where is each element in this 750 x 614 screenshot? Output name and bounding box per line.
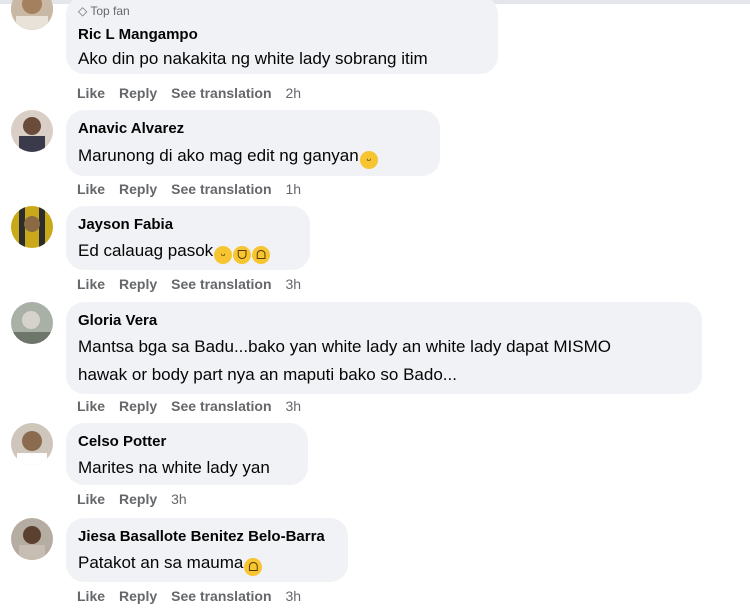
timestamp[interactable]: 3h — [286, 588, 302, 604]
comment-text-line: hawak or body part nya an maputi bako so… — [78, 365, 457, 384]
grin-emoji-icon: ᵕ — [214, 246, 233, 264]
like-button[interactable]: Like — [77, 491, 105, 507]
like-button[interactable]: Like — [77, 181, 105, 197]
comment-text: Marunong di ako mag edit ng ganyan ᵕ — [78, 144, 378, 169]
reply-button[interactable]: Reply — [119, 491, 157, 507]
comment-text: Patakot an sa mauma ᗝ — [78, 551, 263, 576]
avatar-image — [11, 423, 53, 465]
timestamp[interactable]: 3h — [286, 398, 302, 414]
commenter-name[interactable]: Gloria Vera — [78, 312, 157, 329]
comment-actions: Like Reply See translation 3h — [77, 588, 315, 604]
comment-actions: Like Reply See translation 2h — [77, 85, 315, 101]
avatar[interactable] — [11, 302, 53, 344]
comment-actions: Like Reply See translation 1h — [77, 181, 315, 197]
comment-bubble: Celso Potter Marites na white lady yan — [66, 423, 308, 485]
avatar-image — [11, 0, 53, 30]
see-translation-button[interactable]: See translation — [171, 276, 271, 292]
commenter-name[interactable]: Jiesa Basallote Benitez Belo-Barra — [78, 528, 325, 545]
like-button[interactable]: Like — [77, 85, 105, 101]
comment-text: Marites na white lady yan — [78, 458, 270, 477]
reply-button[interactable]: Reply — [119, 588, 157, 604]
avatar[interactable] — [11, 518, 53, 560]
comment-actions: Like Reply See translation 3h — [77, 398, 315, 414]
comment-actions: Like Reply See translation 3h — [77, 276, 315, 292]
avatar-image — [11, 206, 53, 248]
top-fan-badge: ◇ Top fan — [78, 4, 130, 18]
comment-bubble: Gloria Vera Mantsa bga sa Badu...bako ya… — [66, 302, 702, 394]
timestamp[interactable]: 3h — [286, 276, 302, 292]
comment-text-line: Mantsa bga sa Badu...bako yan white lady… — [78, 337, 611, 356]
comment-text-body: Ed calauag pasok — [78, 241, 214, 260]
avatar[interactable] — [11, 423, 53, 465]
see-translation-button[interactable]: See translation — [171, 588, 271, 604]
avatar-image — [11, 110, 53, 152]
commenter-name[interactable]: Ric L Mangampo — [78, 26, 198, 43]
comment-text: Ed calauag pasok ᵕ ᗜ ᗝ — [78, 239, 271, 264]
reply-button[interactable]: Reply — [119, 276, 157, 292]
avatar[interactable] — [11, 206, 53, 248]
rofl-emoji-icon: ᗝ — [244, 558, 263, 576]
commenter-name[interactable]: Jayson Fabia — [78, 216, 173, 233]
timestamp[interactable]: 2h — [286, 85, 302, 101]
avatar[interactable] — [11, 0, 53, 30]
comment-actions: Like Reply 3h — [77, 491, 201, 507]
reply-button[interactable]: Reply — [119, 85, 157, 101]
timestamp[interactable]: 3h — [171, 491, 187, 507]
see-translation-button[interactable]: See translation — [171, 398, 271, 414]
commenter-name[interactable]: Celso Potter — [78, 433, 166, 450]
comment-text: Ako din po nakakita ng white lady sobran… — [78, 49, 428, 68]
reply-button[interactable]: Reply — [119, 181, 157, 197]
commenter-name[interactable]: Anavic Alvarez — [78, 120, 184, 137]
avatar-image — [11, 302, 53, 344]
laugh-emoji-icon: ᗜ — [233, 246, 252, 264]
reply-button[interactable]: Reply — [119, 398, 157, 414]
like-button[interactable]: Like — [77, 398, 105, 414]
avatar-image — [11, 518, 53, 560]
badge-label: Top fan — [90, 4, 130, 18]
comment-bubble: ◇ Top fan Ric L Mangampo Ako din po naka… — [66, 0, 498, 74]
comment-bubble: Jayson Fabia Ed calauag pasok ᵕ ᗜ ᗝ — [66, 206, 310, 270]
comment-text-body: Patakot an sa mauma — [78, 553, 244, 572]
avatar[interactable] — [11, 110, 53, 152]
rofl-emoji-icon: ᗝ — [252, 246, 271, 264]
like-button[interactable]: Like — [77, 276, 105, 292]
like-button[interactable]: Like — [77, 588, 105, 604]
comment-text-body: Marunong di ako mag edit ng ganyan — [78, 146, 359, 165]
diamond-icon: ◇ — [78, 4, 91, 18]
grin-emoji-icon: ᵕ — [359, 151, 378, 169]
timestamp[interactable]: 1h — [286, 181, 302, 197]
see-translation-button[interactable]: See translation — [171, 85, 271, 101]
comment-bubble: Anavic Alvarez Marunong di ako mag edit … — [66, 110, 440, 176]
comment-bubble: Jiesa Basallote Benitez Belo-Barra Patak… — [66, 518, 348, 582]
see-translation-button[interactable]: See translation — [171, 181, 271, 197]
